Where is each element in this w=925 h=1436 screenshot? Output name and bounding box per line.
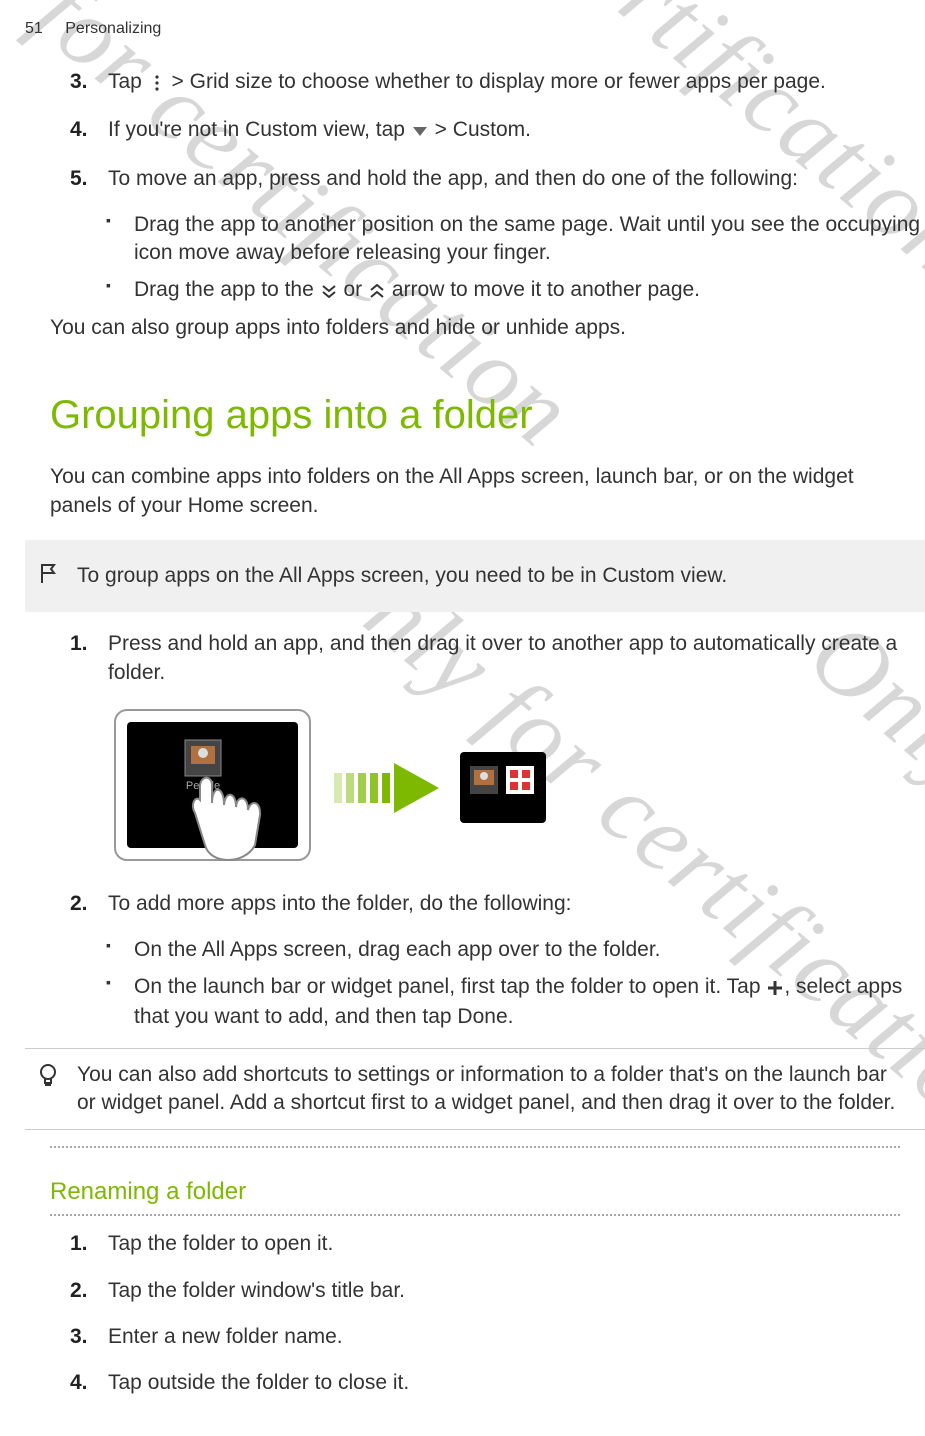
step-text: Tap outside the folder to close it. [108,1369,925,1397]
step-2: 2. To add more apps into the folder, do … [70,890,925,918]
arrow-right-icon [334,763,444,813]
text: . [525,118,531,141]
divider [50,1214,900,1216]
text: arrow to move it to another page. [392,278,700,301]
step-text: Tap the folder to open it. [108,1230,925,1258]
step-number: 3. [70,68,108,98]
tip-box: You can also add shortcuts to settings o… [25,1048,925,1131]
custom-link: Custom [453,118,525,141]
chevron-up-icon [368,278,386,306]
bullet-icon: ▪ [106,936,134,964]
step-text: Press and hold an app, and then drag it … [108,630,925,687]
text: > [172,70,190,93]
rename-step-2: 2. Tap the folder window's title bar. [70,1277,925,1305]
bullet-text: Drag the app to the or arrow to move it … [134,276,925,306]
drag-illustration: People [105,705,925,870]
rename-step-1: 1. Tap the folder to open it. [70,1230,925,1258]
phone-screen-icon: People [105,705,320,870]
step-text: To add more apps into the folder, do the… [108,890,925,918]
note-box: To group apps on the All Apps screen, yo… [25,540,925,612]
tip-text: You can also add shortcuts to settings o… [77,1063,895,1114]
bullet-icon: ▪ [106,973,134,1032]
step-number: 1. [70,630,108,687]
chevron-down-icon [320,278,338,306]
step-1: 1. Press and hold an app, and then drag … [70,630,925,687]
bullet-item: ▪ On the launch bar or widget panel, fir… [106,973,925,1032]
paragraph: You can combine apps into folders on the… [50,463,900,520]
step-number: 4. [70,116,108,146]
step-number: 3. [70,1323,108,1351]
rename-step-3: 3. Enter a new folder name. [70,1323,925,1351]
folder-result-icon [458,750,548,825]
step-number: 5. [70,165,108,193]
step-text: Enter a new folder name. [108,1323,925,1351]
step-number: 1. [70,1230,108,1258]
step-3: 3. Tap > Grid size to choose whether to … [70,68,925,98]
section-title: Personalizing [65,20,161,37]
step-number: 4. [70,1369,108,1397]
step-text: If you're not in Custom view, tap > Cust… [108,116,925,146]
page-number: 51 [25,20,43,38]
step-4: 4. If you're not in Custom view, tap > C… [70,116,925,146]
plus-icon [766,975,784,1003]
note-text: To group apps on the All Apps screen, yo… [77,564,727,587]
text: Drag the app to the [134,278,320,301]
divider [50,1146,900,1148]
bullet-text: On the launch bar or widget panel, first… [134,973,925,1032]
bullet-icon: ▪ [106,211,134,268]
bullet-icon: ▪ [106,276,134,306]
grid-size-link: Grid size [190,70,273,93]
rename-step-4: 4. Tap outside the folder to close it. [70,1369,925,1397]
paragraph: You can also group apps into folders and… [50,314,900,342]
text: Tap [108,70,148,93]
step-text: Tap > Grid size to choose whether to dis… [108,68,925,98]
text: On the launch bar or widget panel, first… [134,975,766,998]
bullet-text: Drag the app to another position on the … [134,211,925,268]
heading-renaming: Renaming a folder [50,1178,900,1206]
text: . [508,1005,514,1028]
step-number: 2. [70,1277,108,1305]
lightbulb-icon [37,1063,59,1097]
done-link: Done [457,1005,507,1028]
text: > [435,118,453,141]
text: to choose whether to display more or few… [273,70,826,93]
dropdown-icon [411,118,429,146]
bullet-item: ▪ Drag the app to the or arrow to move i… [106,276,925,306]
bullet-item: ▪ Drag the app to another position on th… [106,211,925,268]
menu-dots-icon [148,70,166,98]
text: or [343,278,368,301]
step-text: Tap the folder window's title bar. [108,1277,925,1305]
text: If you're not in Custom view, tap [108,118,411,141]
flag-icon [39,562,59,592]
step-number: 2. [70,890,108,918]
bullet-text: On the All Apps screen, drag each app ov… [134,936,925,964]
step-5: 5. To move an app, press and hold the ap… [70,165,925,193]
step-text: To move an app, press and hold the app, … [108,165,925,193]
bullet-item: ▪ On the All Apps screen, drag each app … [106,936,925,964]
page-header: 51 Personalizing [25,20,925,38]
heading-grouping: Grouping apps into a folder [50,392,900,438]
